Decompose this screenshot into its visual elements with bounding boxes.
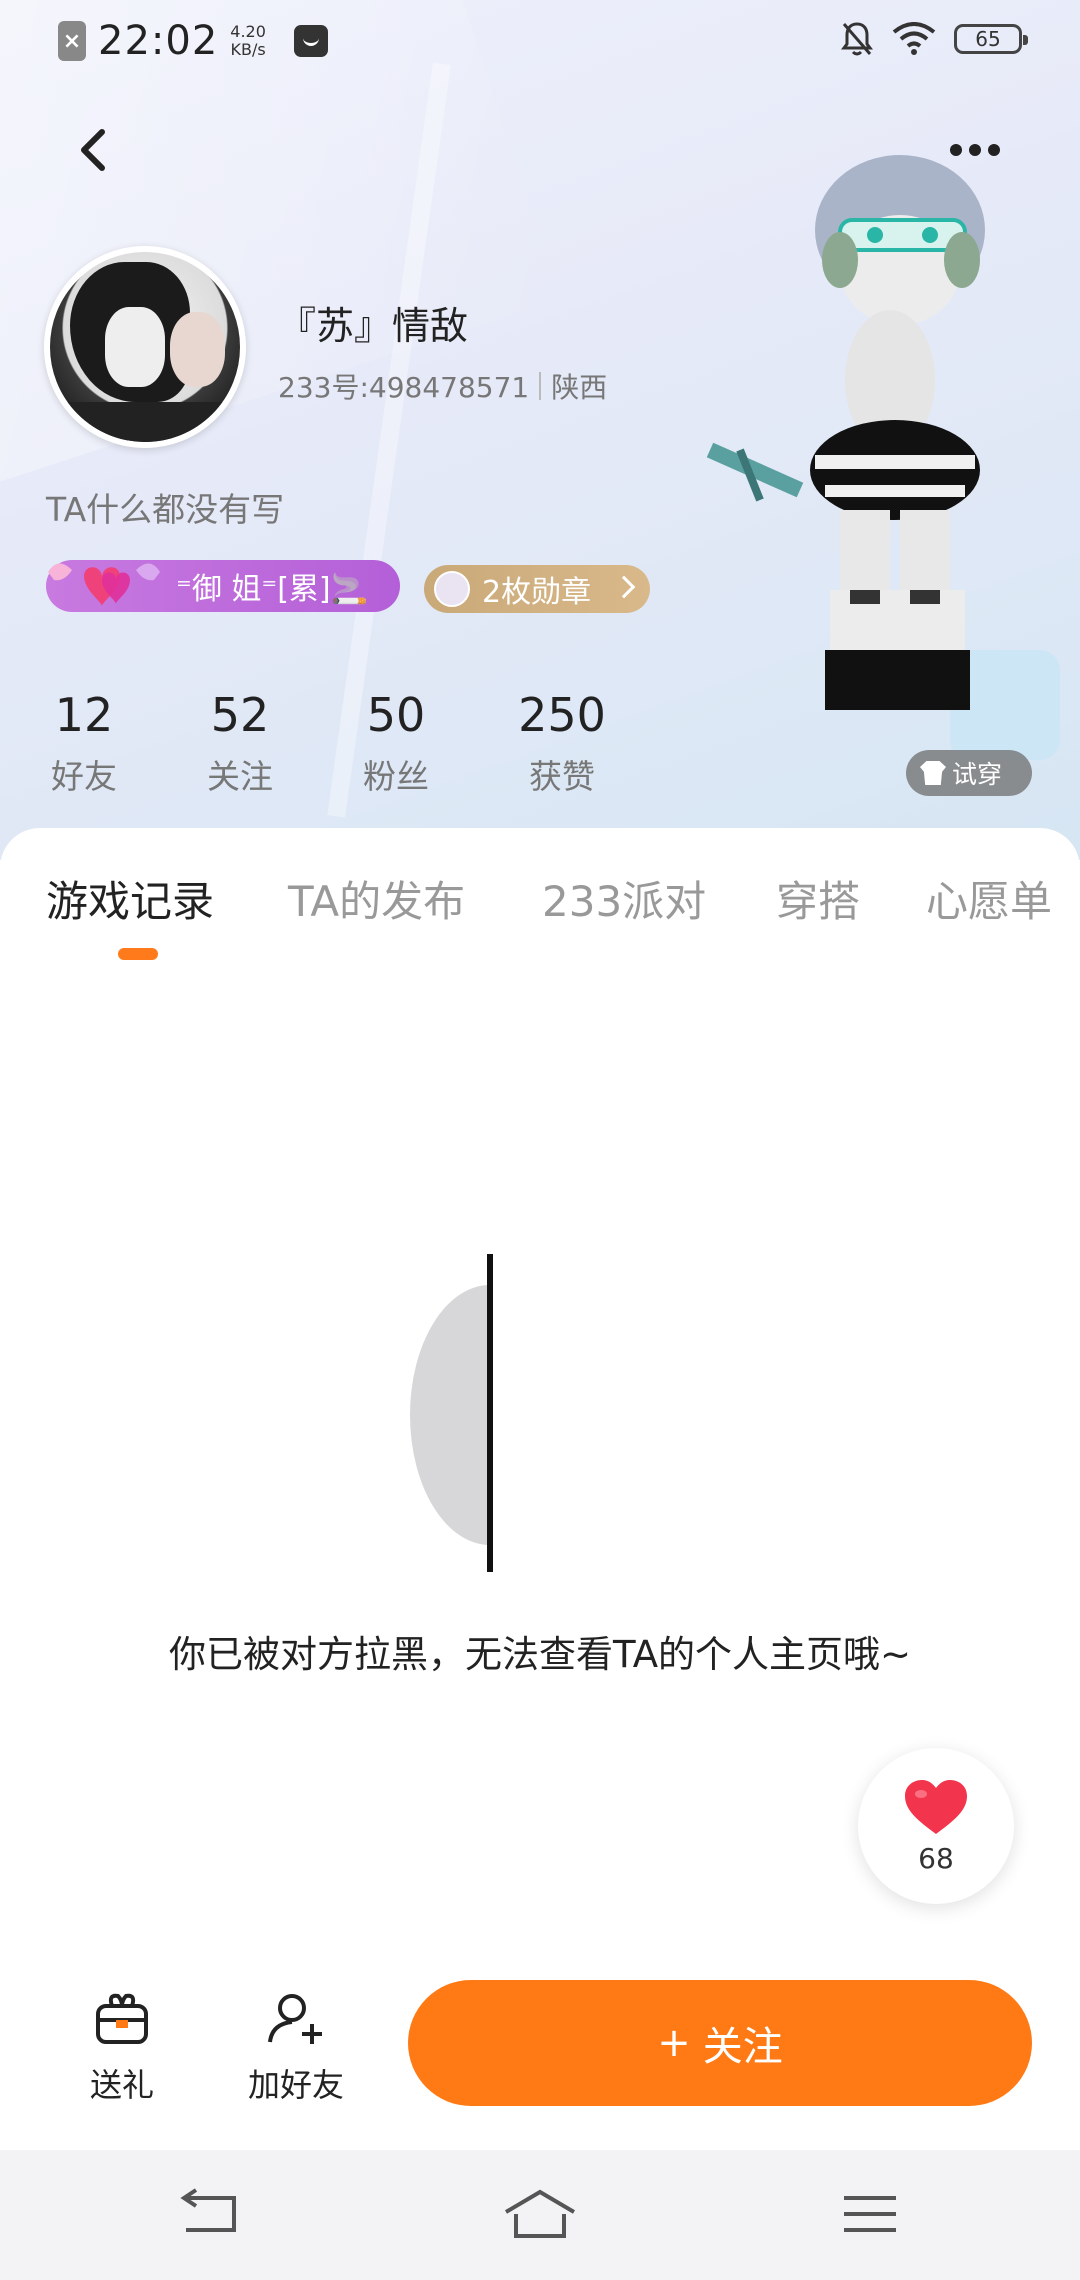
gift-icon bbox=[96, 1993, 148, 2044]
add-friend-icon bbox=[268, 1994, 322, 2044]
winged-hearts-icon bbox=[48, 563, 160, 606]
plus-icon: + bbox=[657, 2020, 691, 2066]
tab-233-party[interactable]: 233派对 bbox=[542, 868, 706, 929]
stat-following[interactable]: 52 关注 bbox=[170, 688, 310, 798]
gift-button[interactable]: 送礼 bbox=[62, 1990, 182, 2106]
avatar-coat bbox=[50, 402, 240, 442]
user-avatar[interactable] bbox=[44, 246, 246, 448]
stat-label: 关注 bbox=[207, 757, 273, 796]
stat-value: 50 bbox=[366, 688, 426, 742]
username: 『苏』情敌 bbox=[278, 304, 469, 348]
avatar-face bbox=[105, 307, 165, 387]
system-menu-icon[interactable] bbox=[830, 2184, 910, 2244]
add-friend-button[interactable]: 加好友 bbox=[236, 1990, 356, 2106]
system-back-icon[interactable] bbox=[170, 2184, 250, 2244]
stat-label: 好友 bbox=[51, 757, 117, 796]
status-time: 22:02 bbox=[98, 18, 219, 64]
user-region: 陕西 bbox=[551, 371, 608, 404]
3d-avatar-character[interactable] bbox=[700, 150, 1060, 790]
system-home-icon[interactable] bbox=[500, 2184, 580, 2244]
back-arrow-icon[interactable] bbox=[64, 120, 124, 180]
add-friend-label: 加好友 bbox=[247, 2066, 344, 2104]
tab-outfits[interactable]: 穿搭 bbox=[776, 868, 860, 929]
stat-label: 获赞 bbox=[529, 757, 595, 796]
shirt-icon bbox=[920, 761, 946, 785]
system-navigation-bar bbox=[0, 2150, 1080, 2280]
user-bio: TA什么都没有写 bbox=[46, 490, 285, 529]
status-bar-left: × 22:02 4.20 KB/s bbox=[58, 18, 328, 64]
title-badge-label: ⁼御 姐⁼[累]🚬 bbox=[176, 572, 368, 607]
profile-tabs: 游戏记录 TA的发布 233派对 穿搭 心愿单 bbox=[0, 868, 1080, 948]
blocked-illustration-icon bbox=[410, 1254, 493, 1572]
avatar-face-secondary bbox=[170, 312, 225, 387]
tab-wishlist[interactable]: 心愿单 bbox=[926, 868, 1052, 929]
tab-game-records[interactable]: 游戏记录 bbox=[46, 868, 214, 929]
try-on-button[interactable]: 试穿 bbox=[906, 750, 1032, 796]
network-speed: 4.20 KB/s bbox=[230, 23, 266, 59]
medal-badge-label: 2枚勋章 bbox=[482, 575, 592, 610]
stat-value: 52 bbox=[210, 688, 270, 742]
follow-label: 关注 bbox=[702, 2024, 783, 2070]
message-notification-icon bbox=[293, 25, 328, 57]
notification-close-icon: × bbox=[58, 21, 86, 61]
like-button[interactable]: 68 bbox=[858, 1748, 1014, 1904]
user-id-row: 233号:498478571 陕西 bbox=[278, 366, 607, 406]
follow-button[interactable]: + 关注 bbox=[408, 1980, 1032, 2106]
blocked-message: 你已被对方拉黑，无法查看TA的个人主页哦~ bbox=[168, 1633, 912, 1676]
divider bbox=[539, 372, 542, 400]
gift-label: 送礼 bbox=[89, 2066, 154, 2104]
bell-muted-icon bbox=[841, 22, 873, 56]
content-card: 游戏记录 TA的发布 233派对 穿搭 心愿单 bbox=[0, 828, 1080, 2158]
stat-likes[interactable]: 250 获赞 bbox=[492, 688, 632, 798]
chevron-right-icon bbox=[612, 575, 636, 599]
bottom-action-bar: 送礼 加好友 + 关注 bbox=[0, 1960, 1080, 2150]
user-id: 233号:498478571 bbox=[278, 371, 530, 404]
wifi-icon bbox=[892, 22, 936, 55]
like-count: 68 bbox=[918, 1841, 954, 1875]
status-bar: × 22:02 4.20 KB/s 65 bbox=[0, 0, 1080, 84]
stat-friends[interactable]: 12 好友 bbox=[14, 688, 154, 798]
network-speed-value: 4.20 bbox=[230, 22, 266, 41]
stat-label: 粉丝 bbox=[363, 757, 429, 796]
try-on-label: 试穿 bbox=[952, 760, 1003, 789]
tab-posts[interactable]: TA的发布 bbox=[288, 868, 465, 929]
medal-icon bbox=[434, 571, 470, 607]
medal-badge[interactable]: 2枚勋章 bbox=[424, 565, 650, 613]
network-speed-unit: KB/s bbox=[230, 40, 266, 59]
battery-indicator: 65 bbox=[954, 24, 1028, 54]
stat-value: 250 bbox=[518, 688, 606, 742]
heart-icon bbox=[905, 1779, 967, 1834]
status-bar-right: 65 bbox=[840, 20, 1028, 58]
stat-value: 12 bbox=[54, 688, 114, 742]
active-tab-indicator bbox=[118, 948, 158, 960]
stat-fans[interactable]: 50 粉丝 bbox=[326, 688, 466, 798]
